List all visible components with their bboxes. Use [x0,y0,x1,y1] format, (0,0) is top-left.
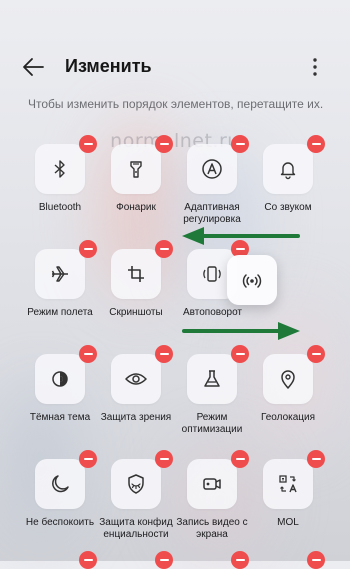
tile-label: MOL [277,517,299,528]
tile-label: Скриншоты [109,307,163,318]
remove-badge[interactable] [231,450,249,468]
moon-icon [52,475,69,493]
remove-badge[interactable] [79,240,97,258]
airplane-icon [51,266,68,282]
tile-icon-box[interactable] [187,459,237,509]
remove-badge[interactable] [231,551,249,569]
crop-icon [128,266,144,282]
remove-badge[interactable] [155,345,173,363]
remove-badge[interactable] [307,551,325,569]
bell-icon [280,162,296,180]
tile-label: Автоповорот [183,307,243,318]
remove-badge[interactable] [155,450,173,468]
tile-icon-box[interactable] [35,459,85,509]
remove-badge[interactable] [231,345,249,363]
tile-icon-box[interactable] [187,144,237,194]
tile-icon-box[interactable] [263,354,313,404]
dragged-tile-hotspot[interactable] [227,255,277,305]
tile-label: Bluetooth [38,202,82,213]
remove-badge[interactable] [155,551,173,569]
tile-icon-box[interactable] [111,459,161,509]
tile-label: Со звуком [264,202,312,213]
tile-icon-box[interactable] [263,459,313,509]
location-pin-icon [281,370,295,389]
tile-label: Адаптивная регулировка [183,202,241,225]
dark-theme-icon [52,371,68,387]
tile-icon-box[interactable] [35,354,85,404]
instruction-text: Чтобы изменить порядок элементов, перета… [28,97,324,111]
tile-icon-box[interactable] [111,144,161,194]
flask-icon [204,370,220,387]
remove-badge[interactable] [79,450,97,468]
remove-badge[interactable] [307,450,325,468]
tile-icon-box[interactable] [263,144,313,194]
tile-icon-box[interactable] [187,354,237,404]
remove-badge[interactable] [307,135,325,153]
tile-label: Тёмная тема [29,412,91,423]
remove-badge[interactable] [79,135,97,153]
eye-icon [125,373,147,385]
auto-rotate-icon [203,266,221,282]
tile-label: Фонарик [116,202,156,213]
auto-brightness-icon [202,159,222,179]
remove-badge[interactable] [155,135,173,153]
tile-icon-box[interactable] [35,249,85,299]
annotation-arrow-left [182,227,300,245]
tile-label: Режим оптимизации [181,412,243,435]
tile-icon-box[interactable] [111,354,161,404]
privacy-icon [128,474,144,494]
tile-icon-box[interactable] [35,144,85,194]
tile-icon-box[interactable] [111,249,161,299]
remove-badge[interactable] [231,135,249,153]
back-arrow-icon [23,58,44,76]
remove-badge[interactable] [155,240,173,258]
back-button[interactable] [18,52,52,82]
tile-label: Запись видео с экрана [176,517,248,540]
tile-label: Защита зрения [100,412,172,423]
header: Изменить [0,0,350,92]
tile-label: Геолокация [260,412,316,423]
remove-badge[interactable] [79,345,97,363]
remove-badge[interactable] [307,345,325,363]
tile-label: Защита конфид енциальности [99,517,173,540]
more-vertical-icon [313,58,317,76]
tile-label: Режим полета [27,307,93,318]
bluetooth-icon [54,160,65,178]
tile-label: Не беспокоить [25,517,95,528]
screen-record-icon [203,478,221,490]
translate-icon [279,475,297,493]
hotspot-icon [242,274,262,288]
page-title: Изменить [65,56,152,76]
more-options-button[interactable] [304,54,326,80]
annotation-arrow-right [182,322,300,340]
flashlight-icon [130,161,142,178]
remove-badge[interactable] [79,551,97,569]
